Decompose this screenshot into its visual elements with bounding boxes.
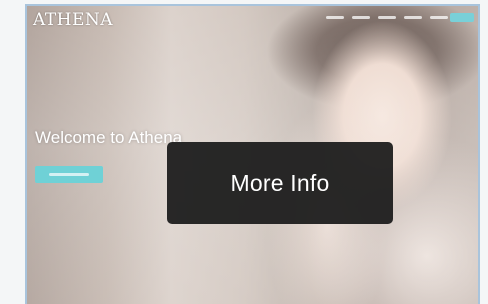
nav-item-2[interactable]: [352, 16, 370, 19]
hero-cta-label-placeholder: [49, 173, 89, 176]
top-nav: [326, 16, 448, 19]
nav-item-1[interactable]: [326, 16, 344, 19]
nav-item-4[interactable]: [404, 16, 422, 19]
hero-cta-button[interactable]: [35, 166, 103, 183]
nav-cta-button[interactable]: [450, 13, 474, 22]
more-info-overlay[interactable]: More Info: [167, 142, 393, 224]
more-info-label: More Info: [230, 169, 330, 196]
hero-title: Welcome to Athena: [35, 128, 183, 147]
nav-item-5[interactable]: [430, 16, 448, 19]
brand-logo[interactable]: ATHENA: [33, 10, 113, 30]
website-preview: ATHENA Welcome to Athena More Info: [25, 4, 480, 304]
nav-item-3[interactable]: [378, 16, 396, 19]
